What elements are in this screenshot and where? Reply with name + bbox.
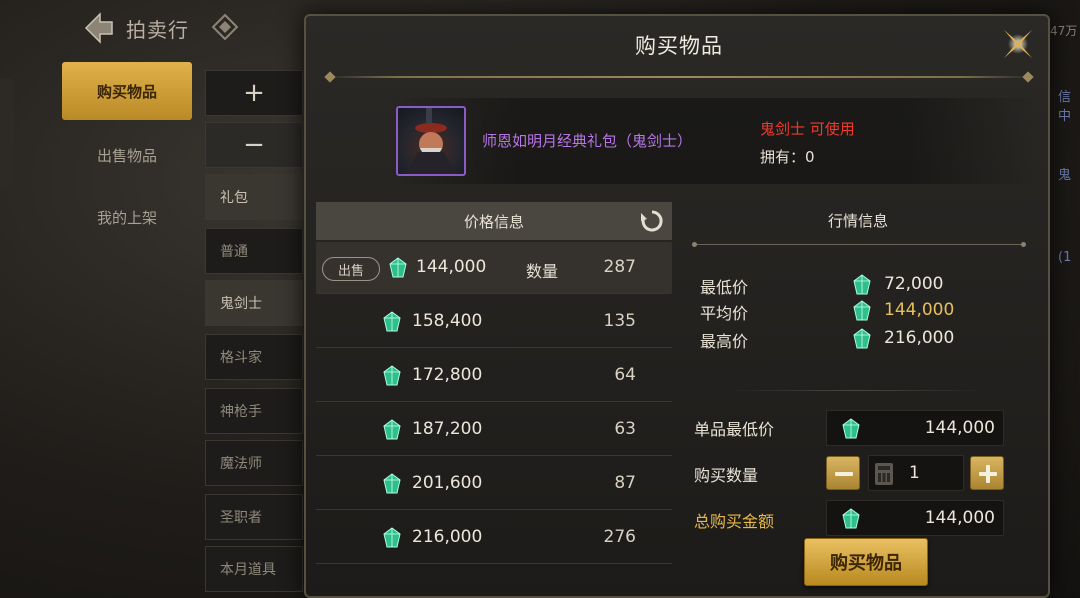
quantity-field[interactable]: 1 [868, 455, 964, 491]
category-priest[interactable]: 圣职者 [205, 494, 303, 540]
min-price-value: 72,000 [884, 274, 944, 294]
tab-my-listings[interactable]: 我的上架 [62, 188, 192, 246]
avg-price-label: 平均价 [700, 304, 749, 323]
quantity-value: 287 [603, 257, 636, 277]
item-name: 师恩如明月经典礼包（鬼剑士） [482, 132, 693, 150]
quantity-value: 276 [603, 527, 636, 547]
min-price-label: 最低价 [700, 278, 749, 297]
right-edge-text-1: 信中 [1058, 90, 1072, 124]
category-monthly-items[interactable]: 本月道具 [205, 546, 303, 592]
increase-quantity-button[interactable] [970, 456, 1004, 490]
category-normal[interactable]: 普通 [205, 228, 303, 274]
market-info-title: 行情信息 [827, 212, 888, 230]
gem-icon [389, 257, 407, 278]
gem-icon [853, 300, 871, 321]
gem-icon [383, 419, 401, 440]
price-row[interactable]: 216,000 276 [316, 512, 672, 564]
price-row[interactable]: 172,800 64 [316, 350, 672, 402]
category-slayer[interactable]: 鬼剑士 [205, 280, 303, 326]
gem-icon [853, 328, 871, 349]
price-value: 187,200 [412, 419, 483, 439]
price-value: 144,000 [416, 257, 487, 277]
quantity-value: 1 [909, 463, 920, 483]
market-info-panel: 行情信息 最低价 72,000 平均价 144,000 最高价 216,000 … [688, 202, 1028, 592]
gem-icon [842, 418, 860, 439]
unit-min-price-value: 144,000 [924, 418, 995, 438]
calculator-icon[interactable] [875, 463, 893, 485]
price-value: 216,000 [412, 527, 483, 547]
max-price-label: 最高价 [700, 332, 749, 351]
gem-icon [383, 365, 401, 386]
left-edge-panel [0, 78, 14, 188]
gem-icon [842, 508, 860, 529]
section-divider [728, 390, 984, 391]
quantity-value: 135 [603, 311, 636, 331]
currency-corner-text: 47万 [1050, 24, 1078, 38]
expand-category-button[interactable]: + [205, 70, 303, 116]
price-value: 201,600 [412, 473, 483, 493]
price-row[interactable]: 158,400 135 [316, 296, 672, 348]
quantity-value: 63 [614, 419, 636, 439]
right-edge-text-2: 鬼 [1058, 168, 1072, 183]
gem-icon [383, 473, 401, 494]
quantity-label: 数量 [526, 262, 559, 281]
class-usable-text: 鬼剑士 可使用 [760, 120, 855, 138]
buy-item-button[interactable]: 购买物品 [804, 538, 928, 586]
price-info-header: 价格信息 [316, 202, 672, 240]
gift-pack-icon[interactable] [396, 106, 466, 176]
tab-buy-items[interactable]: 购买物品 [62, 62, 192, 120]
tab-sell-items[interactable]: 出售物品 [62, 126, 192, 184]
auction-title: 拍卖行 [126, 18, 189, 42]
quantity-value: 64 [614, 365, 636, 385]
gem-icon [383, 311, 401, 332]
modal-title: 购买物品 [635, 34, 723, 58]
total-amount-label: 总购买金额 [694, 512, 775, 531]
max-price-value: 216,000 [884, 328, 955, 348]
owned-count: 拥有：0 [760, 148, 815, 166]
avg-price-value: 144,000 [884, 300, 955, 320]
category-gift-pack[interactable]: 礼包 [205, 174, 303, 220]
total-amount-value: 144,000 [924, 508, 995, 528]
close-icon[interactable] [998, 24, 1038, 64]
unit-min-price-label: 单品最低价 [694, 420, 775, 439]
market-divider [692, 242, 1026, 247]
title-divider [326, 76, 1032, 78]
price-info-panel: 价格信息 出售 数量 144,000 287 158,400 135 172,800 64 18… [316, 202, 672, 586]
right-edge-text-3: (1 [1058, 250, 1072, 265]
category-fighter[interactable]: 格斗家 [205, 334, 303, 380]
quantity-value: 87 [614, 473, 636, 493]
gem-icon [853, 274, 871, 295]
buy-item-modal: 购买物品 师恩如明月经典礼包（鬼剑士） 鬼剑士 可使用 拥有：0 价格信息 出售… [304, 14, 1050, 598]
sell-badge[interactable]: 出售 [322, 257, 380, 281]
decrease-quantity-button[interactable] [826, 456, 860, 490]
info-diamond-icon[interactable] [212, 14, 238, 40]
price-row[interactable]: 出售 数量 144,000 287 [316, 242, 672, 294]
category-gunner[interactable]: 神枪手 [205, 388, 303, 434]
gem-icon [383, 527, 401, 548]
item-summary: 师恩如明月经典礼包（鬼剑士） 鬼剑士 可使用 拥有：0 [388, 98, 1038, 184]
total-amount-field: 144,000 [826, 500, 1004, 536]
price-row[interactable]: 201,600 87 [316, 458, 672, 510]
price-row[interactable]: 187,200 63 [316, 404, 672, 456]
refresh-icon[interactable] [640, 209, 664, 233]
category-mage[interactable]: 魔法师 [205, 440, 303, 486]
buy-quantity-label: 购买数量 [694, 466, 759, 485]
unit-min-price-field: 144,000 [826, 410, 1004, 446]
price-info-title: 价格信息 [463, 212, 524, 231]
collapse-category-button[interactable]: − [205, 122, 303, 168]
price-value: 158,400 [412, 311, 483, 331]
price-value: 172,800 [412, 365, 483, 385]
back-arrow-icon[interactable] [80, 10, 116, 46]
